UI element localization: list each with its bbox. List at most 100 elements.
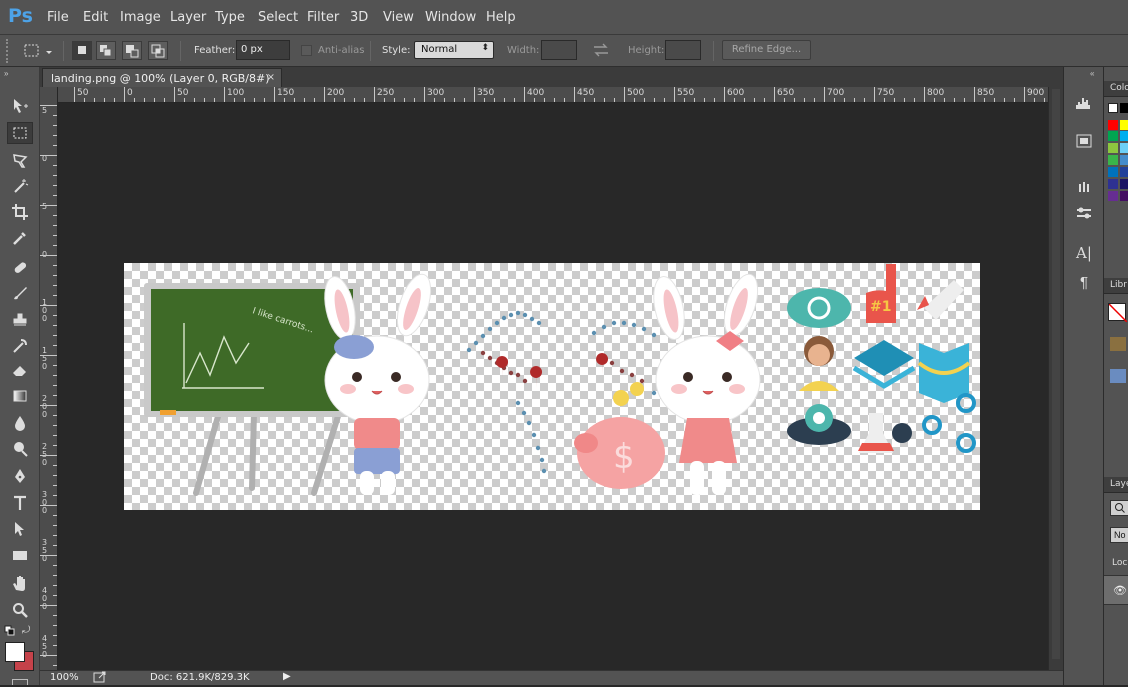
feather-input[interactable]: 0 px (236, 40, 290, 60)
add-to-selection-icon[interactable] (96, 41, 116, 60)
new-selection-icon[interactable] (72, 41, 92, 60)
eraser-tool-icon[interactable] (7, 359, 33, 381)
paragraph-panel-icon[interactable]: ¶ (1072, 272, 1096, 292)
menu-edit[interactable]: Edit (83, 10, 108, 25)
crop-tool-icon[interactable] (7, 201, 33, 223)
eye-visibility-icon[interactable]: 👁 (1113, 584, 1127, 597)
gradient-tool-icon[interactable] (7, 385, 33, 407)
menu-help[interactable]: Help (486, 10, 516, 25)
swatch[interactable] (1108, 131, 1118, 141)
character-panel-icon[interactable]: A| (1072, 243, 1096, 263)
swatch[interactable] (1108, 191, 1118, 201)
menu-layer[interactable]: Layer (170, 10, 206, 25)
subtract-from-selection-icon[interactable] (122, 41, 142, 60)
move-tool-icon[interactable] (7, 95, 33, 117)
eyedropper-tool-icon[interactable] (7, 227, 33, 249)
library-item-thumbnail[interactable] (1110, 369, 1126, 383)
close-tab-icon[interactable]: × (267, 72, 275, 83)
antialias-checkbox[interactable] (301, 45, 312, 56)
menu-filter[interactable]: Filter (307, 10, 339, 25)
ruler-minor-tick (53, 335, 57, 336)
height-input[interactable] (665, 40, 701, 60)
rectangle-tool-icon[interactable] (7, 544, 33, 566)
pen-tool-icon[interactable] (7, 465, 33, 487)
magic-wand-tool-icon[interactable] (7, 175, 33, 197)
swatch[interactable] (1120, 120, 1128, 130)
ruler-label: 750 (877, 88, 895, 98)
app-logo[interactable]: Ps (8, 5, 33, 27)
zoom-level[interactable]: 100% (50, 672, 79, 683)
lasso-tool-icon[interactable] (7, 149, 33, 171)
ruler-minor-tick (53, 165, 57, 166)
bar-grip[interactable] (6, 39, 8, 63)
menu-image[interactable]: Image (120, 10, 161, 25)
ruler-minor-tick (594, 98, 595, 102)
zoom-tool-icon[interactable] (7, 599, 33, 621)
swatch[interactable] (1120, 191, 1128, 201)
swap-colors-icon[interactable]: ⤾ (22, 625, 30, 636)
document-image[interactable]: I like carrots... $ #1 (124, 263, 980, 510)
collapse-arrows-icon[interactable]: « (1090, 69, 1094, 78)
rectangular-marquee-tool-icon[interactable] (7, 122, 33, 144)
swatch-black[interactable] (1120, 103, 1128, 113)
horizontal-ruler[interactable]: 50 0 50 100 150 200 250 300 350 400 450 500 550 600 65… (58, 87, 1048, 103)
tool-preset-icon[interactable] (22, 43, 52, 62)
document-tab[interactable]: landing.png @ 100% (Layer 0, RGB/8#) × (42, 68, 282, 87)
blur-tool-icon[interactable] (7, 412, 33, 434)
scrollbar-track[interactable] (1052, 89, 1060, 659)
library-item-thumbnail[interactable] (1110, 337, 1126, 351)
default-colors-icon[interactable] (4, 625, 16, 640)
histogram-icon[interactable] (1072, 93, 1096, 113)
swatch[interactable] (1108, 167, 1118, 177)
swatch[interactable] (1120, 155, 1128, 165)
quick-mask-icon[interactable] (12, 679, 28, 685)
swatch[interactable] (1108, 179, 1118, 189)
swatch[interactable] (1108, 143, 1118, 153)
swatch[interactable] (1120, 179, 1128, 189)
intersect-selection-icon[interactable] (148, 41, 168, 60)
healing-brush-tool-icon[interactable] (7, 257, 33, 279)
menu-window[interactable]: Window (425, 10, 476, 25)
swatch[interactable] (1108, 120, 1118, 130)
type-tool-icon[interactable] (7, 492, 33, 514)
history-brush-tool-icon[interactable] (7, 335, 33, 357)
status-menu-arrow-icon[interactable]: ▶ (283, 671, 291, 682)
swatch[interactable] (1108, 155, 1118, 165)
swatch-white[interactable] (1108, 103, 1118, 113)
swatch[interactable] (1120, 167, 1128, 177)
foreground-color-swatch[interactable] (5, 642, 25, 662)
collapse-arrows-icon[interactable]: » (4, 69, 8, 78)
menu-3d[interactable]: 3D (350, 10, 368, 25)
lock-label: Lock (1112, 558, 1128, 568)
ruler-minor-tick (53, 325, 57, 326)
layer-search-icon[interactable] (1110, 500, 1128, 516)
brush-presets-icon[interactable] (1072, 175, 1096, 195)
refine-edge-button[interactable]: Refine Edge... (722, 40, 811, 60)
menu-select[interactable]: Select (258, 10, 298, 25)
vertical-scrollbar[interactable] (1048, 87, 1063, 670)
vertical-ruler[interactable]: 50501 0 01 5 02 0 02 5 03 0 03 5 04 0 04… (40, 87, 58, 670)
no-color-icon[interactable] (1108, 303, 1128, 323)
tool-presets-icon[interactable] (1072, 203, 1096, 223)
layer-row[interactable]: 👁 (1104, 575, 1128, 605)
brush-tool-icon[interactable] (7, 282, 33, 304)
ruler-minor-tick (124, 87, 125, 102)
ruler-label: 300 (427, 88, 445, 98)
swatch[interactable] (1120, 143, 1128, 153)
width-input[interactable] (541, 40, 577, 60)
layers-panel-tab[interactable]: Laye (1104, 477, 1128, 493)
menu-file[interactable]: File (47, 10, 69, 25)
swap-arrows-icon[interactable] (592, 43, 610, 60)
swatch[interactable] (1120, 131, 1128, 141)
path-selection-tool-icon[interactable] (7, 518, 33, 540)
menu-type[interactable]: Type (215, 10, 245, 25)
blend-mode-select[interactable]: No (1110, 527, 1128, 543)
menu-view[interactable]: View (383, 10, 414, 25)
color-panel-tab[interactable]: Colo (1104, 81, 1128, 97)
clone-stamp-tool-icon[interactable] (7, 309, 33, 331)
dodge-tool-icon[interactable] (7, 438, 33, 460)
libraries-panel-tab[interactable]: Libr (1104, 278, 1128, 294)
style-select[interactable]: Normal ⬍ (414, 41, 494, 59)
hand-tool-icon[interactable] (7, 572, 33, 594)
info-icon[interactable] (1072, 132, 1096, 152)
